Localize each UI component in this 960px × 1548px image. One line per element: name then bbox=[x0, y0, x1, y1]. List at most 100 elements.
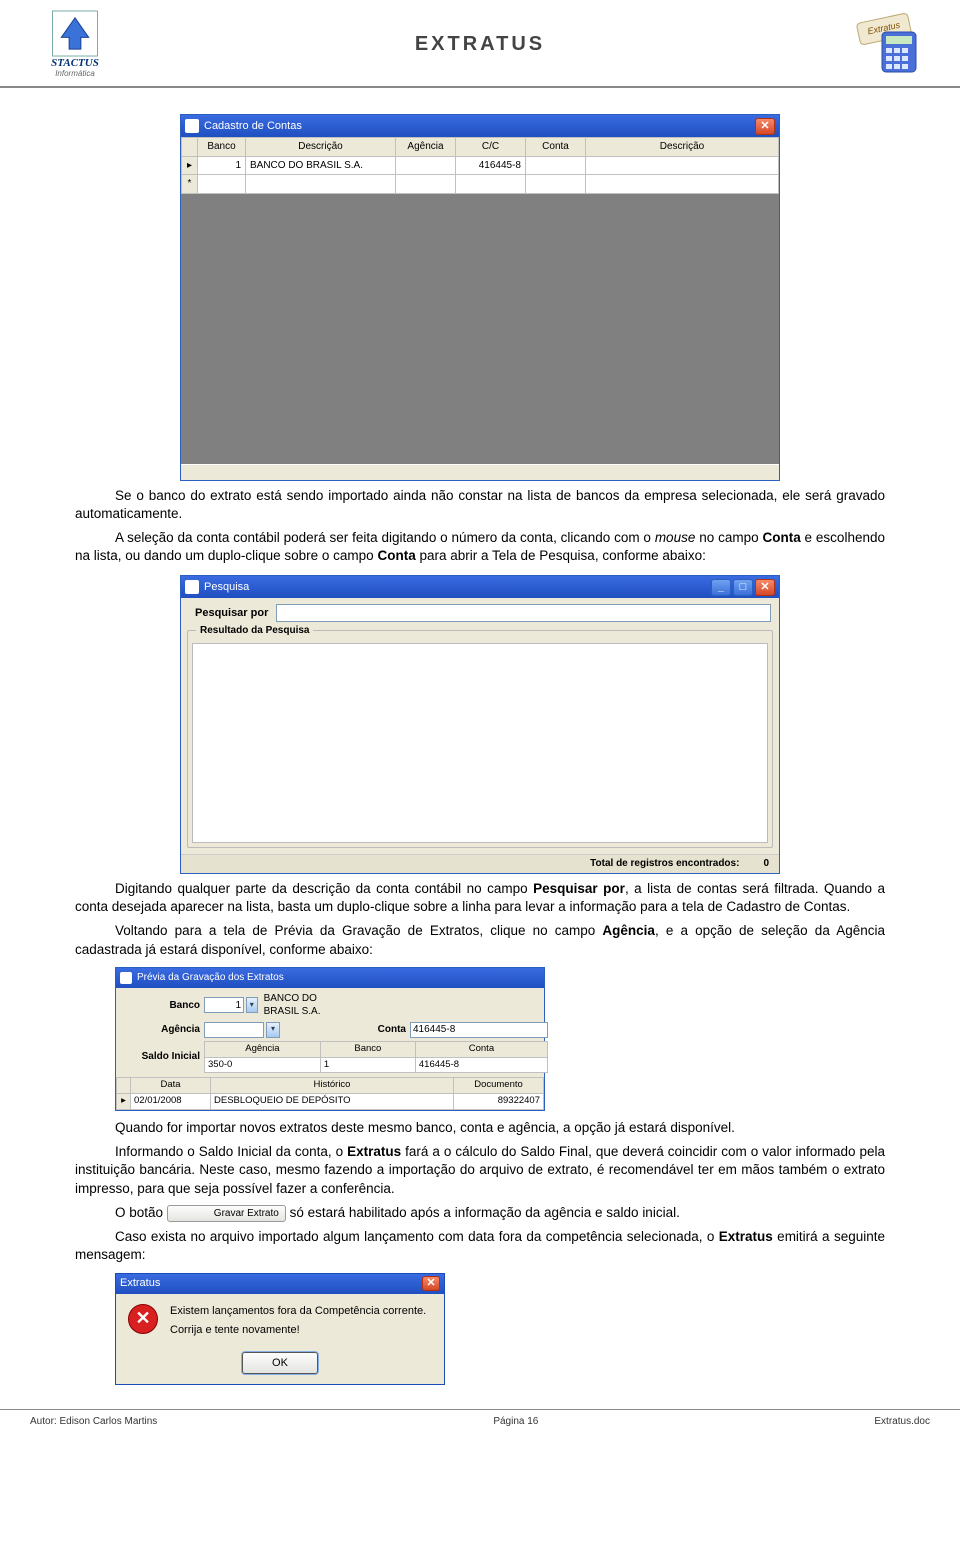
col-documento: Documento bbox=[454, 1078, 544, 1094]
cell-descricao2[interactable] bbox=[586, 156, 779, 175]
cell-agencia[interactable] bbox=[396, 156, 456, 175]
result-groupbox: Resultado da Pesquisa bbox=[187, 630, 773, 848]
error-icon: ✕ bbox=[128, 1304, 158, 1334]
banco-select[interactable]: ▾ BANCO DO BRASIL S.A. bbox=[204, 992, 354, 1019]
window-cadastro-contas: Cadastro de Contas ✕ Banco Descrição Agê… bbox=[180, 114, 780, 481]
col-agencia: Agência bbox=[205, 1041, 321, 1057]
agencia-input[interactable] bbox=[204, 1022, 264, 1038]
document-content: Cadastro de Contas ✕ Banco Descrição Agê… bbox=[0, 88, 960, 1385]
col-banco: Banco bbox=[320, 1041, 415, 1057]
search-input[interactable] bbox=[276, 604, 771, 622]
agencia-select[interactable]: ▾ bbox=[204, 1022, 354, 1038]
col-cc[interactable]: C/C bbox=[456, 138, 526, 157]
window-pesquisa: Pesquisa _ □ ✕ Pesquisar por Resultado d… bbox=[180, 575, 780, 874]
previa-form: Banco ▾ BANCO DO BRASIL S.A. Agência ▾ C… bbox=[116, 988, 544, 1078]
col-banco[interactable]: Banco bbox=[198, 138, 246, 157]
close-button[interactable]: ✕ bbox=[422, 1276, 440, 1291]
paragraph: Digitando qualquer parte da descrição da… bbox=[75, 880, 885, 916]
result-footer: Total de registros encontrados: 0 bbox=[181, 854, 779, 873]
col-conta[interactable]: Conta bbox=[526, 138, 586, 157]
col-agencia[interactable]: Agência bbox=[396, 138, 456, 157]
window-titlebar[interactable]: Pesquisa _ □ ✕ bbox=[181, 576, 779, 598]
grid-empty-area bbox=[181, 194, 779, 464]
ok-button[interactable]: OK bbox=[242, 1352, 318, 1374]
cell-banco[interactable]: 1 bbox=[198, 156, 246, 175]
table-row[interactable]: ▸ 1 BANCO DO BRASIL S.A. 416445-8 bbox=[182, 156, 779, 175]
conta-input[interactable] bbox=[410, 1022, 548, 1038]
paragraph: Informando o Saldo Inicial da conta, o E… bbox=[75, 1143, 885, 1198]
gravar-extrato-button: Gravar Extrato bbox=[167, 1205, 286, 1223]
search-label: Pesquisar por bbox=[195, 606, 268, 621]
total-label: Total de registros encontrados: bbox=[590, 857, 739, 871]
paragraph: O botão Gravar Extrato só estará habilit… bbox=[75, 1204, 885, 1222]
saldo-label: Saldo Inicial bbox=[122, 1050, 200, 1064]
close-button[interactable]: ✕ bbox=[755, 118, 775, 135]
calculator-badge-icon: Extratus bbox=[840, 12, 930, 76]
dialog-button-row: OK bbox=[116, 1348, 444, 1384]
arrow-up-icon bbox=[51, 10, 99, 57]
col-conta: Conta bbox=[415, 1041, 547, 1057]
table-row[interactable]: ▸ 02/01/2008 DESBLOQUEIO DE DEPÓSITO 893… bbox=[117, 1094, 544, 1110]
banco-label: Banco bbox=[122, 999, 200, 1013]
col-descricao[interactable]: Descrição bbox=[246, 138, 396, 157]
paragraph: Se o banco do extrato está sendo importa… bbox=[75, 487, 885, 523]
agencia-label: Agência bbox=[122, 1023, 200, 1037]
dialog-message: Existem lançamentos fora da Competência … bbox=[170, 1304, 426, 1339]
row-indicator: ▸ bbox=[182, 156, 198, 175]
paragraph: A seleção da conta contábil poderá ser f… bbox=[75, 529, 885, 565]
logo-left: STACTUS Informática bbox=[30, 10, 120, 78]
logo-right: Extratus bbox=[840, 12, 930, 76]
footer-author: Autor: Edison Carlos Martins bbox=[30, 1416, 157, 1427]
col-historico: Histórico bbox=[211, 1078, 454, 1094]
col-descricao2[interactable]: Descrição bbox=[586, 138, 779, 157]
paragraph: Quando for importar novos extratos deste… bbox=[75, 1119, 885, 1137]
dialog-body: ✕ Existem lançamentos fora da Competênci… bbox=[116, 1294, 444, 1349]
window-previa: Prévia da Gravação dos Extratos Banco ▾ … bbox=[115, 967, 545, 1111]
window-titlebar[interactable]: Prévia da Gravação dos Extratos bbox=[116, 968, 544, 988]
accounts-grid[interactable]: Banco Descrição Agência C/C Conta Descri… bbox=[181, 137, 779, 194]
agencia-dropdown-grid[interactable]: Agência Banco Conta 350-0 1 416445-8 bbox=[204, 1041, 548, 1074]
paragraph: Voltando para a tela de Prévia da Gravaç… bbox=[75, 922, 885, 958]
row-indicator: ▸ bbox=[117, 1094, 131, 1110]
dropdown-icon[interactable]: ▾ bbox=[266, 1022, 280, 1038]
cell-descricao[interactable]: BANCO DO BRASIL S.A. bbox=[246, 156, 396, 175]
logo-subtext: Informática bbox=[55, 69, 95, 78]
window-body: Banco Descrição Agência C/C Conta Descri… bbox=[181, 137, 779, 480]
table-row-new[interactable]: * bbox=[182, 175, 779, 194]
window-title: Prévia da Gravação dos Extratos bbox=[137, 971, 284, 985]
maximize-button[interactable]: □ bbox=[733, 579, 753, 596]
window-titlebar[interactable]: Cadastro de Contas ✕ bbox=[181, 115, 779, 137]
window-title: Pesquisa bbox=[204, 580, 249, 595]
page-footer: Autor: Edison Carlos Martins Página 16 E… bbox=[0, 1409, 960, 1447]
dropdown-icon[interactable]: ▾ bbox=[246, 997, 258, 1013]
cell-conta: 416445-8 bbox=[415, 1057, 547, 1073]
list-item[interactable]: 350-0 1 416445-8 bbox=[205, 1057, 548, 1073]
conta-label: Conta bbox=[358, 1023, 406, 1037]
footer-doc: Extratus.doc bbox=[874, 1416, 930, 1427]
footer-page: Página 16 bbox=[493, 1416, 538, 1427]
cell-data: 02/01/2008 bbox=[131, 1094, 211, 1110]
window-titlebar[interactable]: Extratus ✕ bbox=[116, 1274, 444, 1294]
result-list[interactable] bbox=[192, 643, 768, 843]
paragraph: Caso exista no arquivo importado algum l… bbox=[75, 1228, 885, 1264]
app-icon bbox=[185, 119, 199, 133]
cell-documento: 89322407 bbox=[454, 1094, 544, 1110]
cell-historico: DESBLOQUEIO DE DEPÓSITO bbox=[211, 1094, 454, 1110]
minimize-button[interactable]: _ bbox=[711, 579, 731, 596]
page-title: EXTRATUS bbox=[120, 33, 840, 56]
banco-desc: BANCO DO BRASIL S.A. bbox=[264, 992, 354, 1019]
grid-footer bbox=[181, 464, 779, 480]
cell-cc[interactable]: 416445-8 bbox=[456, 156, 526, 175]
close-button[interactable]: ✕ bbox=[755, 579, 775, 596]
logo-text: STACTUS bbox=[51, 57, 99, 69]
cell-agencia: 350-0 bbox=[205, 1057, 321, 1073]
cell-conta[interactable] bbox=[526, 156, 586, 175]
extrato-data-grid[interactable]: Data Histórico Documento ▸ 02/01/2008 DE… bbox=[116, 1077, 544, 1110]
dialog-title: Extratus bbox=[120, 1276, 160, 1291]
page-header: STACTUS Informática EXTRATUS Extratus bbox=[0, 0, 960, 88]
window-title: Cadastro de Contas bbox=[204, 119, 302, 134]
total-value: 0 bbox=[763, 857, 769, 871]
window-body: Pesquisar por Resultado da Pesquisa Tota… bbox=[181, 598, 779, 873]
banco-num-input[interactable] bbox=[204, 997, 244, 1013]
cell-banco: 1 bbox=[320, 1057, 415, 1073]
